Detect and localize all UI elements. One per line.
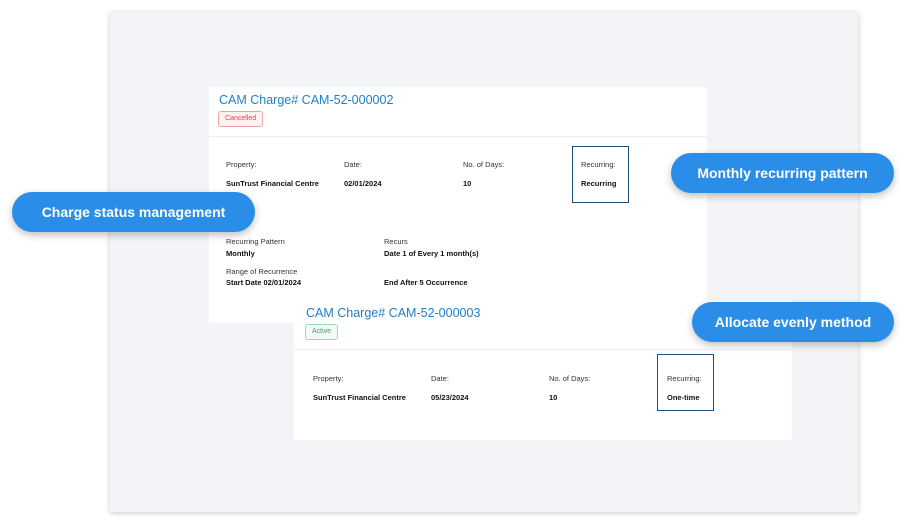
recurs-label: Recurs [384,237,408,246]
date-value: 02/01/2024 [344,179,382,188]
status-badge-cancelled: Cancelled [218,111,264,127]
charge-card-cancelled: CAM Charge# CAM-52-000002 Cancelled Prop… [209,87,707,323]
recurring-pattern-value: Monthly [226,249,255,258]
property-label: Property: [226,160,257,169]
days-value: 10 [463,179,472,188]
charge-title-link[interactable]: CAM Charge# CAM-52-000003 [306,306,480,320]
card-header: CAM Charge# CAM-52-000002 Cancelled [209,87,707,137]
days-label: No. of Days: [463,160,505,169]
date-value: 05/23/2024 [431,393,469,402]
range-recurrence-label: Range of Recurrence [226,267,298,276]
charge-title-link[interactable]: CAM Charge# CAM-52-000002 [219,93,393,107]
range-end-value: End After 5 Occurrence [384,278,468,287]
recurring-label: Recurring: [667,374,702,383]
property-label: Property: [313,374,344,383]
recurring-highlight-box [572,146,629,203]
recurring-value: Recurring [581,179,617,188]
range-start-value: Start Date 02/01/2024 [226,278,302,287]
status-badge-active: Active [305,324,339,340]
date-label: Date: [431,374,449,383]
recurs-value: Date 1 of Every 1 month(s) [384,249,479,258]
days-value: 10 [549,393,558,402]
callout-monthly-recurring: Monthly recurring pattern [671,153,894,193]
days-label: No. of Days: [549,374,591,383]
recurring-pattern-label: Recurring Pattern [226,237,285,246]
recurring-label: Recurring: [581,160,616,169]
recurring-value: One-time [667,393,700,402]
property-value: SunTrust Financial Centre [226,179,319,188]
date-label: Date: [344,160,362,169]
callout-status-management: Charge status management [12,192,255,232]
callout-allocate-evenly: Allocate evenly method [692,302,894,342]
property-value: SunTrust Financial Centre [313,393,406,402]
stage: CAM Charge# CAM-52-000002 Cancelled Prop… [0,0,908,524]
